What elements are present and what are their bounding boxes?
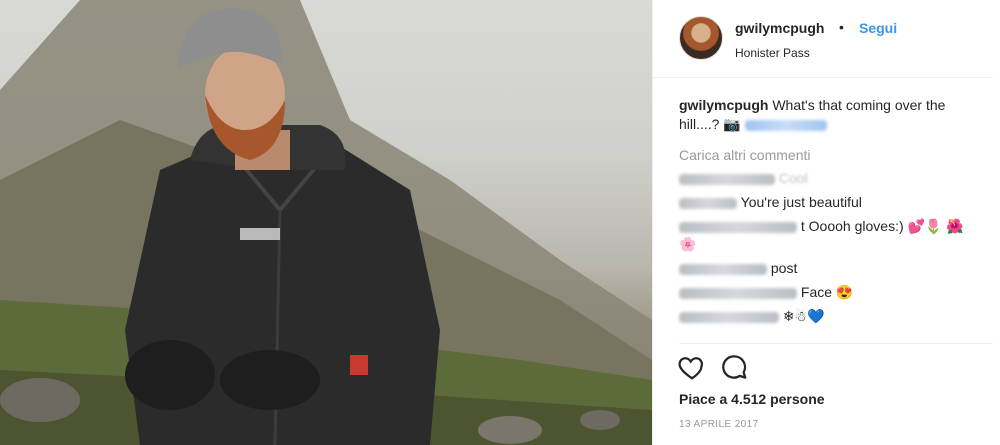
blurred-username [679,173,775,185]
comment-item: Cool [679,169,979,187]
likes-count[interactable]: Piace a 4.512 persone [679,391,825,407]
comment-icon[interactable] [719,352,749,382]
blurred-username [679,221,797,233]
heart-icon[interactable] [677,352,707,382]
comment-text: Face 😍 [800,284,854,300]
comment-item: You're just beautiful [679,193,979,211]
post-date: 13 APRILE 2017 [679,419,759,430]
username-link[interactable]: gwilymcpugh [735,20,824,36]
comments-list: gwilymcpugh What's that coming over the … [679,96,979,325]
comment-item: ❄☃💙 [679,307,979,325]
post-photo[interactable] [0,0,652,445]
blurred-username [679,287,797,299]
comment-item: t Ooooh gloves:) 💕🌷 🌺🌸 [679,217,979,253]
action-bar [677,352,757,382]
load-more-comments-button[interactable]: Carica altri commenti [679,147,979,163]
separator-dot: • [839,19,844,35]
photo-illustration [0,0,652,445]
comment-text: You're just beautiful [740,194,862,210]
follow-button[interactable]: Segui [859,20,897,36]
location-link[interactable]: Honister Pass [735,46,810,60]
comment-text: ❄☃💙 [782,308,825,324]
post-panel: gwilymcpugh • Segui Honister Pass gwilym… [652,0,1000,445]
blurred-username [679,311,779,323]
divider [679,343,993,344]
comment-item: Face 😍 [679,283,979,301]
blurred-mention [744,119,827,131]
avatar[interactable] [679,16,723,60]
caption: gwilymcpugh What's that coming over the … [679,96,979,134]
comment-text: Cool [778,170,808,186]
comment-text: post [770,260,798,276]
blurred-username [679,263,767,275]
comment-item: post [679,259,979,277]
post-header: gwilymcpugh • Segui Honister Pass [653,0,993,78]
blurred-username [679,197,737,209]
caption-username[interactable]: gwilymcpugh [679,97,768,113]
